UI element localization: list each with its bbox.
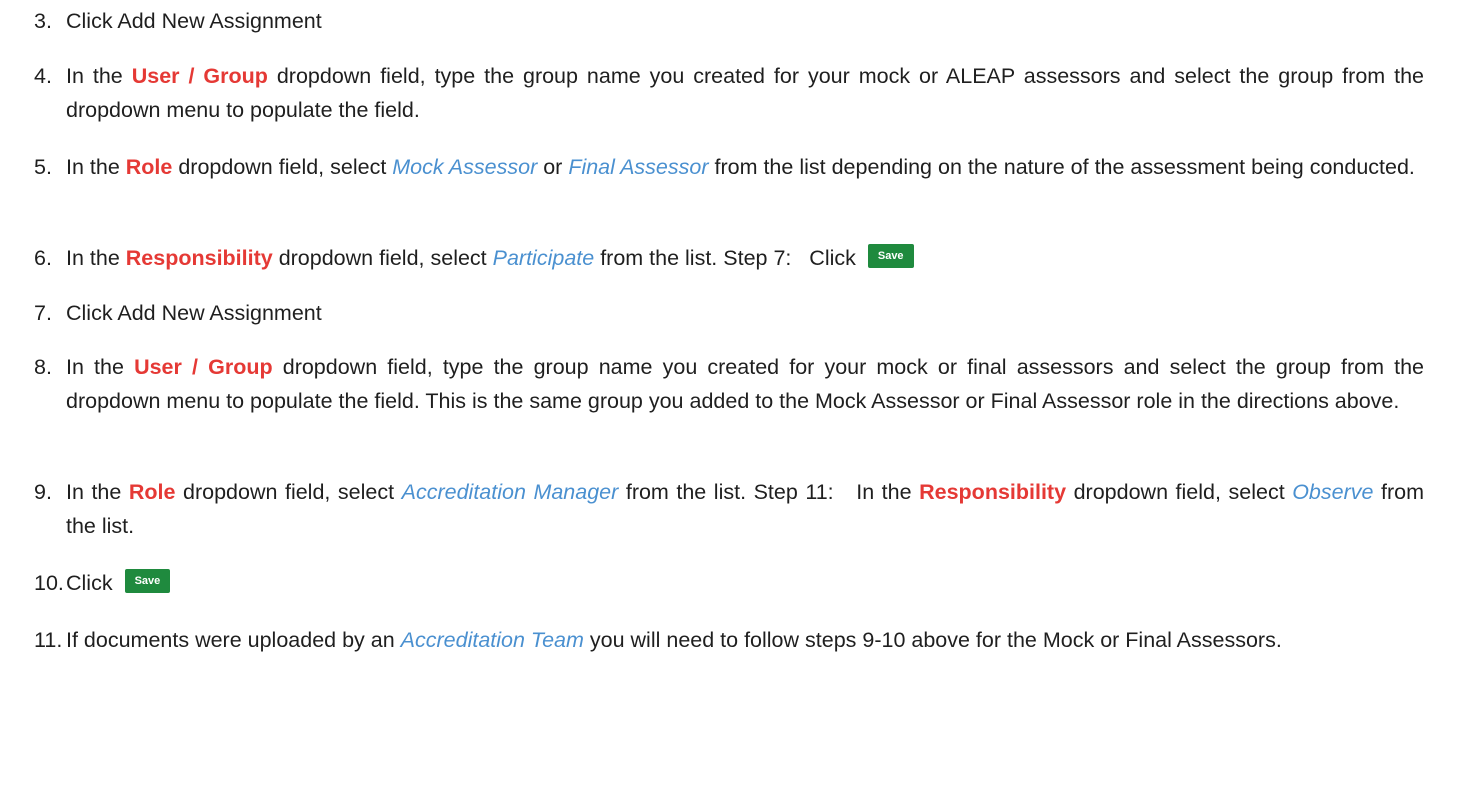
field-name-user-group: User / Group: [134, 355, 273, 379]
step-text: In the Role dropdown field, select Accre…: [66, 480, 1425, 538]
step-text: In the User / Group dropdown field, type…: [66, 355, 1425, 413]
step-text: Click Add New Assignment: [66, 9, 322, 33]
option-mock-assessor: Mock Assessor: [392, 155, 538, 179]
step-number: 5.: [34, 155, 52, 179]
field-name-user-group: User / Group: [131, 64, 268, 88]
step-number: 11.: [34, 628, 63, 652]
step-text: Click Save: [66, 566, 1424, 600]
step-5: 5. In the Role dropdown field, select Mo…: [34, 150, 1434, 184]
step-number: 8.: [34, 355, 52, 379]
step-6: 6. In the Responsibility dropdown field,…: [34, 241, 1434, 275]
field-name-role: Role: [125, 155, 173, 179]
save-button[interactable]: Save: [124, 569, 171, 594]
field-name-responsibility: Responsibility: [125, 246, 273, 270]
step-text: In the User / Group dropdown field, type…: [66, 64, 1425, 122]
step-7: 7. Click Add New Assignment: [34, 296, 1434, 330]
step-number: 10.: [34, 571, 64, 595]
step-number: 3.: [34, 9, 52, 33]
step-text: In the Role dropdown field, select Mock …: [66, 155, 1415, 179]
step-10: 10. Click Save: [34, 566, 1434, 600]
step-number: 4.: [34, 64, 52, 88]
step-4: 4. In the User / Group dropdown field, t…: [34, 59, 1434, 122]
option-accreditation-manager: Accreditation Manager: [401, 480, 619, 504]
step-number: 9.: [34, 480, 52, 504]
step-text: Click Add New Assignment: [66, 301, 322, 325]
step-text: In the Responsibility dropdown field, se…: [66, 241, 1424, 275]
step-8: 8. In the User / Group dropdown field, t…: [34, 350, 1434, 413]
step-3: 3. Click Add New Assignment: [34, 4, 1434, 38]
option-observe: Observe: [1292, 480, 1374, 504]
step-number: 6.: [34, 246, 52, 270]
step-number: 7.: [34, 301, 52, 325]
field-name-role: Role: [128, 480, 176, 504]
option-final-assessor: Final Assessor: [568, 155, 709, 179]
step-11: 11. If documents were uploaded by an Acc…: [34, 623, 1434, 657]
option-participate: Participate: [492, 246, 595, 270]
option-accreditation-team: Accreditation Team: [400, 628, 584, 652]
field-name-responsibility: Responsibility: [919, 480, 1067, 504]
save-button[interactable]: Save: [867, 244, 914, 269]
step-text: If documents were uploaded by an Accredi…: [66, 628, 1282, 652]
step-9: 9. In the Role dropdown field, select Ac…: [34, 475, 1434, 538]
